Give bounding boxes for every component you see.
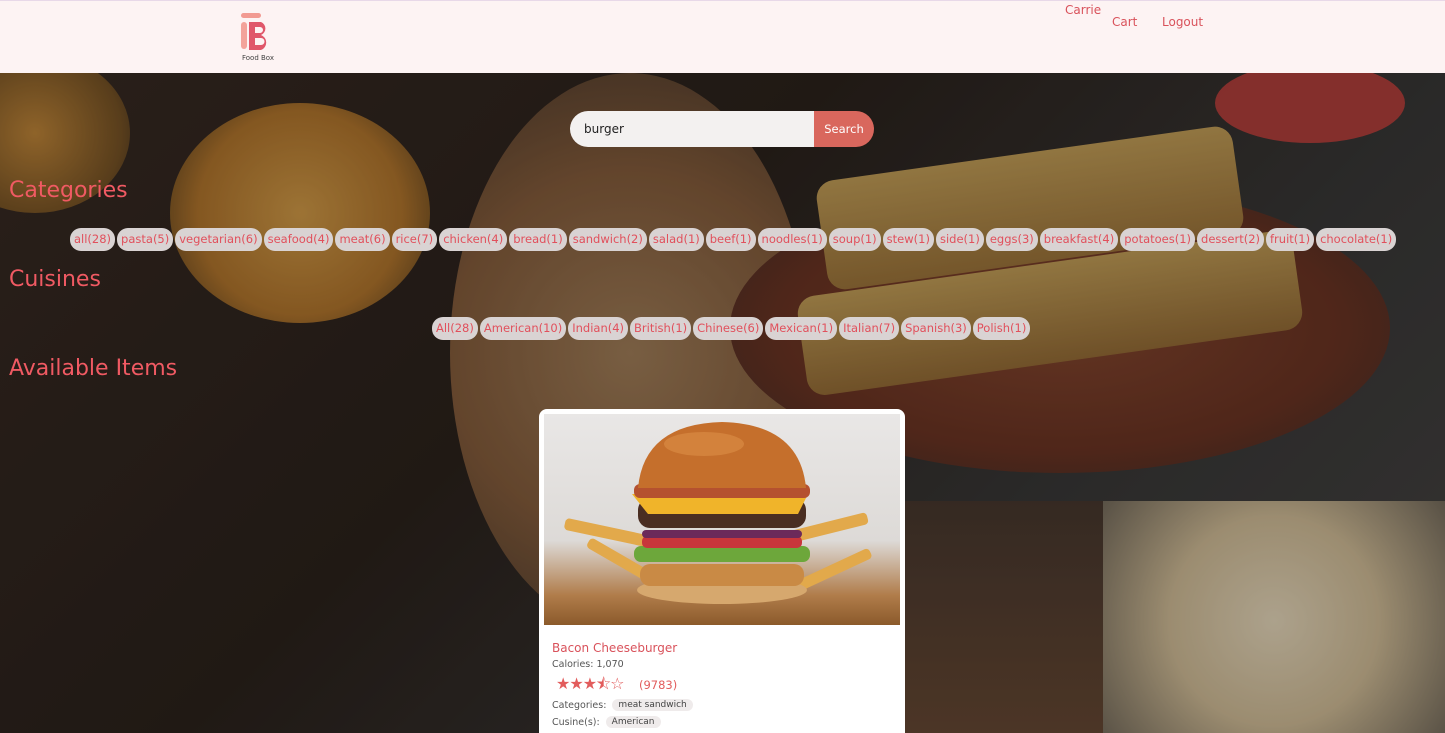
cuisines-label: Cusine(s): (552, 716, 600, 728)
top-navbar: Food Box Carrie Cart Logout (0, 0, 1445, 73)
category-chip[interactable]: eggs(3) (985, 228, 1038, 251)
cuisine-chip[interactable]: Polish(1) (972, 317, 1031, 340)
cuisine-filter-list: All(28) American(10) Indian(4) British(1) Ch… (432, 317, 1031, 340)
category-chip[interactable]: all(28) (70, 228, 116, 251)
category-chip[interactable]: potatoes(1) (1120, 228, 1196, 251)
burger-illustration (564, 422, 872, 604)
search-button[interactable]: Search (814, 111, 874, 147)
category-chip[interactable]: stew(1) (882, 228, 934, 251)
rating-stars-icon: ★★★⯪☆ (556, 674, 625, 693)
cart-link[interactable]: Cart (1112, 15, 1137, 29)
category-chip[interactable]: rice(7) (391, 228, 438, 251)
category-chip[interactable]: fruit(1) (1266, 228, 1315, 251)
cuisine-chip[interactable]: All(28) (432, 317, 478, 340)
category-chip[interactable]: chicken(4) (439, 228, 508, 251)
category-chip[interactable]: beef(1) (705, 228, 756, 251)
category-chip[interactable]: seafood(4) (263, 228, 334, 251)
category-chip[interactable]: noodles(1) (757, 228, 827, 251)
cuisine-tag: American (605, 716, 661, 728)
cuisine-chip[interactable]: Mexican(1) (765, 317, 838, 340)
item-image (544, 414, 900, 625)
cuisines-heading: Cuisines (9, 267, 101, 292)
user-name: Carrie (1065, 3, 1102, 17)
category-filter-list: all(28) pasta(5) vegetarian(6) seafood(4) me… (70, 228, 1397, 251)
category-chip[interactable]: pasta(5) (117, 228, 174, 251)
rating-count: (9783) (639, 678, 678, 692)
categories-label: Categories: (552, 699, 607, 711)
cuisine-chip[interactable]: Indian(4) (568, 317, 629, 340)
category-chip[interactable]: soup(1) (828, 228, 881, 251)
category-tag: meat sandwich (612, 699, 693, 711)
category-chip[interactable]: breakfast(4) (1039, 228, 1119, 251)
item-cuisines-row: Cusine(s): American (552, 716, 661, 728)
category-chip[interactable]: salad(1) (648, 228, 704, 251)
available-items-heading: Available Items (9, 356, 178, 381)
category-chip[interactable]: dessert(2) (1197, 228, 1264, 251)
cuisine-chip[interactable]: Chinese(6) (693, 317, 764, 340)
logo-icon (241, 13, 267, 50)
cuisine-chip[interactable]: Italian(7) (839, 317, 900, 340)
category-chip[interactable]: side(1) (935, 228, 984, 251)
cuisine-chip[interactable]: British(1) (630, 317, 692, 340)
search-input[interactable] (570, 111, 814, 147)
cuisine-chip[interactable]: Spanish(3) (901, 317, 971, 340)
category-chip[interactable]: bread(1) (509, 228, 567, 251)
item-categories-row: Categories: meat sandwich (552, 699, 693, 711)
category-chip[interactable]: meat(6) (335, 228, 390, 251)
food-box-logo[interactable]: Food Box (236, 11, 280, 65)
cuisine-chip[interactable]: American(10) (479, 317, 567, 340)
categories-heading: Categories (9, 178, 128, 203)
logout-link[interactable]: Logout (1162, 15, 1203, 29)
search-bar: Search (570, 111, 874, 147)
item-calories: Calories: 1,070 (552, 659, 624, 670)
category-chip[interactable]: sandwich(2) (568, 228, 647, 251)
logo-text: Food Box (241, 54, 275, 62)
category-chip[interactable]: vegetarian(6) (175, 228, 262, 251)
item-card[interactable]: Bacon Cheeseburger Calories: 1,070 ★★★⯪☆… (539, 409, 905, 733)
item-name[interactable]: Bacon Cheeseburger (552, 641, 677, 655)
category-chip[interactable]: chocolate(1) (1316, 228, 1397, 251)
